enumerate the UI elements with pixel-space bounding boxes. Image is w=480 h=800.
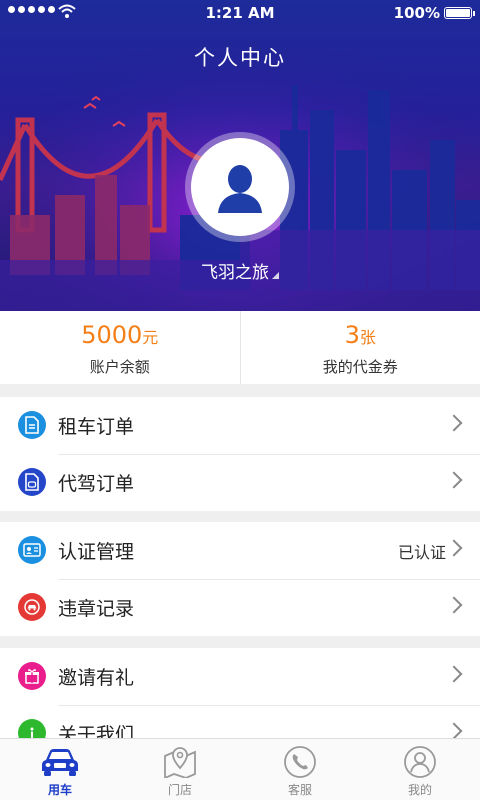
menu-item-driver-orders[interactable]: 代驾订单 bbox=[0, 454, 480, 511]
verification-status: 已认证 bbox=[397, 542, 446, 562]
corner-triangle-icon bbox=[272, 272, 279, 279]
username-text: 飞羽之旅 bbox=[201, 263, 269, 283]
tab-customer-service[interactable]: 客服 bbox=[240, 739, 360, 800]
menu-label-violations: 违章记录 bbox=[58, 598, 135, 620]
tab-stores[interactable]: 门店 bbox=[120, 739, 240, 800]
user-icon bbox=[218, 165, 262, 213]
gift-icon bbox=[18, 662, 46, 690]
phone-icon bbox=[284, 746, 316, 778]
status-bar: 1:21 AM 100% bbox=[0, 0, 480, 26]
menu-item-violations[interactable]: 违章记录 bbox=[0, 579, 480, 636]
driver-document-icon bbox=[18, 468, 46, 496]
bottom-tab-bar: 用车 门店 客服 我的 bbox=[0, 738, 480, 800]
account-stats: 5000元 账户余额 3张 我的代金券 bbox=[0, 311, 480, 384]
page-title: 个人中心 bbox=[194, 46, 286, 70]
tab-use-car[interactable]: 用车 bbox=[0, 739, 120, 800]
account-group: 认证管理 已认证 违章记录 bbox=[0, 522, 480, 636]
balance-label: 账户余额 bbox=[89, 358, 150, 376]
chevron-right-icon bbox=[445, 596, 463, 614]
car-icon bbox=[42, 749, 78, 776]
voucher-label: 我的代金券 bbox=[322, 358, 398, 376]
menu-item-invite[interactable]: 邀请有礼 bbox=[0, 648, 480, 705]
chevron-right-icon bbox=[445, 539, 463, 557]
document-icon bbox=[18, 411, 46, 439]
voucher-count: 3 bbox=[344, 321, 360, 349]
account-balance[interactable]: 5000元 账户余额 bbox=[0, 311, 240, 384]
tab-label-customer-service: 客服 bbox=[287, 783, 312, 797]
tab-label-mine: 我的 bbox=[407, 783, 432, 797]
battery-percent: 100% bbox=[393, 4, 440, 22]
balance-unit: 元 bbox=[142, 328, 159, 347]
car-violation-icon bbox=[18, 593, 46, 621]
battery-icon bbox=[444, 7, 475, 19]
menu-label-invite: 邀请有礼 bbox=[58, 667, 135, 689]
username[interactable]: 飞羽之旅 bbox=[0, 258, 480, 283]
balance-value: 5000 bbox=[81, 321, 143, 349]
id-card-icon bbox=[18, 536, 46, 564]
app: 1:21 AM 100% 个人中心 飞羽之旅 5000元 账户余额 3张 我的代… bbox=[0, 0, 480, 800]
my-vouchers[interactable]: 3张 我的代金券 bbox=[239, 311, 480, 384]
menu-item-rental-orders[interactable]: 租车订单 bbox=[0, 397, 480, 454]
menu-label-verification: 认证管理 bbox=[58, 541, 135, 563]
voucher-unit: 张 bbox=[359, 328, 376, 347]
profile-icon bbox=[404, 746, 436, 778]
profile-header: 1:21 AM 100% 个人中心 飞羽之旅 bbox=[0, 0, 480, 311]
map-pin-icon bbox=[164, 747, 196, 778]
orders-group: 租车订单 代驾订单 bbox=[0, 397, 480, 511]
menu-label-rental-orders: 租车订单 bbox=[58, 416, 135, 438]
menu-item-verification[interactable]: 认证管理 已认证 bbox=[0, 522, 480, 579]
menu-label-driver-orders: 代驾订单 bbox=[58, 473, 135, 495]
tab-mine[interactable]: 我的 bbox=[360, 739, 480, 800]
avatar[interactable] bbox=[185, 132, 295, 242]
tab-label-stores: 门店 bbox=[167, 783, 192, 797]
chevron-right-icon bbox=[445, 471, 463, 489]
chevron-right-icon bbox=[445, 414, 463, 432]
chevron-right-icon bbox=[445, 665, 463, 683]
chevron-right-icon bbox=[445, 722, 463, 740]
avatar-image bbox=[191, 138, 289, 236]
tab-label-use-car: 用车 bbox=[47, 783, 72, 797]
